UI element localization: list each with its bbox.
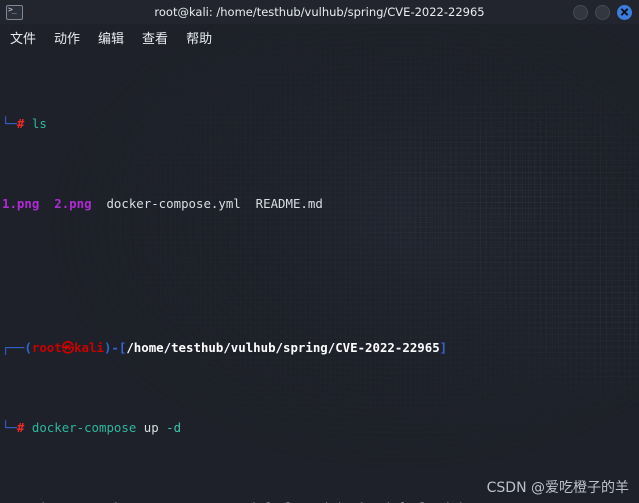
file-1png: 1.png	[2, 196, 40, 211]
prompt-close-bracket: ]	[439, 340, 448, 355]
terminal-icon	[6, 4, 23, 20]
terminal-blank-line-1	[2, 260, 639, 276]
prompt-dash: -	[111, 340, 119, 355]
window-controls	[573, 4, 639, 20]
terminal-output[interactable]: └─# ls 1.png 2.png docker-compose.yml RE…	[0, 50, 639, 503]
menu-item-file[interactable]: 文件	[10, 28, 36, 47]
command-flag-d: -d	[166, 420, 182, 435]
close-icon[interactable]	[617, 4, 632, 20]
terminal-line-prompt-header-1: ┌──(root㉿kali)-[/home/testhub/vulhub/spr…	[2, 340, 639, 356]
maximize-button[interactable]	[595, 4, 610, 20]
csdn-watermark: CSDN @爱吃橙子的羊	[486, 480, 629, 496]
file-readme-md: README.md	[255, 196, 323, 211]
command-arg-up: up	[143, 420, 159, 435]
terminal-line-command-ls: └─# ls	[2, 116, 639, 132]
command-ls: ls	[31, 116, 47, 131]
prompt-user: root	[31, 340, 62, 355]
prompt-at-glyph: ㉿	[61, 340, 75, 355]
window-title: root@kali: /home/testhub/vulhub/spring/C…	[154, 5, 485, 19]
terminal-window: root@kali: /home/testhub/vulhub/spring/C…	[0, 0, 639, 503]
menu-bar: 文件 动作 编辑 查看 帮助	[0, 24, 639, 50]
file-2png: 2.png	[54, 196, 92, 211]
prompt-connector-bottom-2: └─	[2, 420, 17, 435]
menu-item-edit[interactable]: 编辑	[98, 28, 124, 47]
title-bar[interactable]: root@kali: /home/testhub/vulhub/spring/C…	[0, 0, 639, 24]
minimize-button[interactable]	[573, 4, 588, 20]
prompt-open-paren: (	[24, 340, 32, 355]
prompt-connector-top: ┌──	[2, 340, 25, 355]
terminal-line-command-docker-compose: └─# docker-compose up -d	[2, 420, 639, 436]
terminal-line-ls-output: 1.png 2.png docker-compose.yml README.md	[2, 196, 639, 212]
prompt-path: /home/testhub/vulhub/spring/CVE-2022-229…	[126, 340, 440, 355]
prompt-connector-bottom: └─	[2, 116, 17, 131]
menu-item-help[interactable]: 帮助	[186, 28, 212, 47]
menu-item-view[interactable]: 查看	[142, 28, 168, 47]
command-docker-compose: docker-compose	[31, 420, 137, 435]
menu-item-actions[interactable]: 动作	[54, 28, 80, 47]
file-docker-compose-yml: docker-compose.yml	[106, 196, 241, 211]
prompt-host: kali	[74, 340, 104, 355]
